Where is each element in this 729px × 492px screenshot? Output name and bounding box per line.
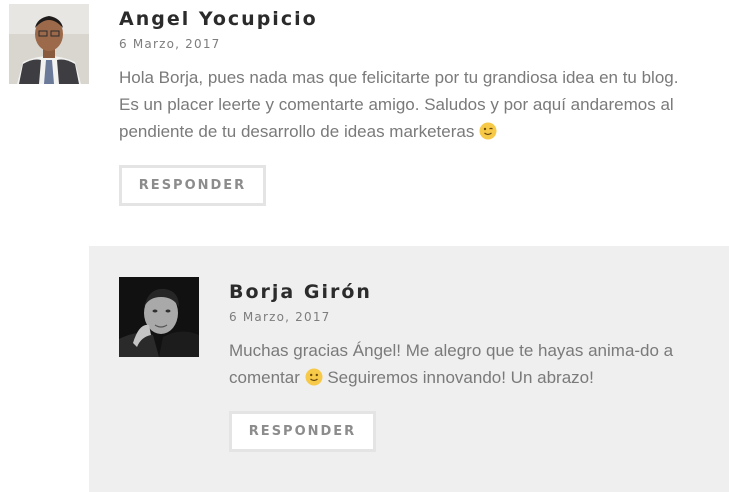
- comment-body-end: Seguiremos innovando! Un abrazo!: [327, 368, 594, 387]
- comment-text: Muchas gracias Ángel! Me alegro que te h…: [229, 337, 699, 391]
- reply-button[interactable]: RESPONDER: [229, 411, 376, 452]
- wink-emoji-icon: [479, 122, 497, 140]
- comment-date: 6 Marzo, 2017: [119, 37, 221, 51]
- person-photo-icon: [9, 4, 89, 84]
- comments-section: Angel Yocupicio 6 Marzo, 2017 Hola Borja…: [0, 0, 729, 492]
- comment-body: Hola Borja, pues nada mas que felicitart…: [119, 68, 679, 141]
- avatar[interactable]: [9, 4, 89, 84]
- comment-author: Borja Girón: [229, 281, 372, 303]
- comment-text: Hola Borja, pues nada mas que felicitart…: [119, 64, 694, 145]
- smile-emoji-icon: [305, 368, 323, 386]
- person-photo-icon: [119, 277, 199, 357]
- comment-date: 6 Marzo, 2017: [229, 310, 331, 324]
- reply-button[interactable]: RESPONDER: [119, 165, 266, 206]
- comment-author: Angel Yocupicio: [119, 8, 318, 30]
- avatar[interactable]: [119, 277, 199, 357]
